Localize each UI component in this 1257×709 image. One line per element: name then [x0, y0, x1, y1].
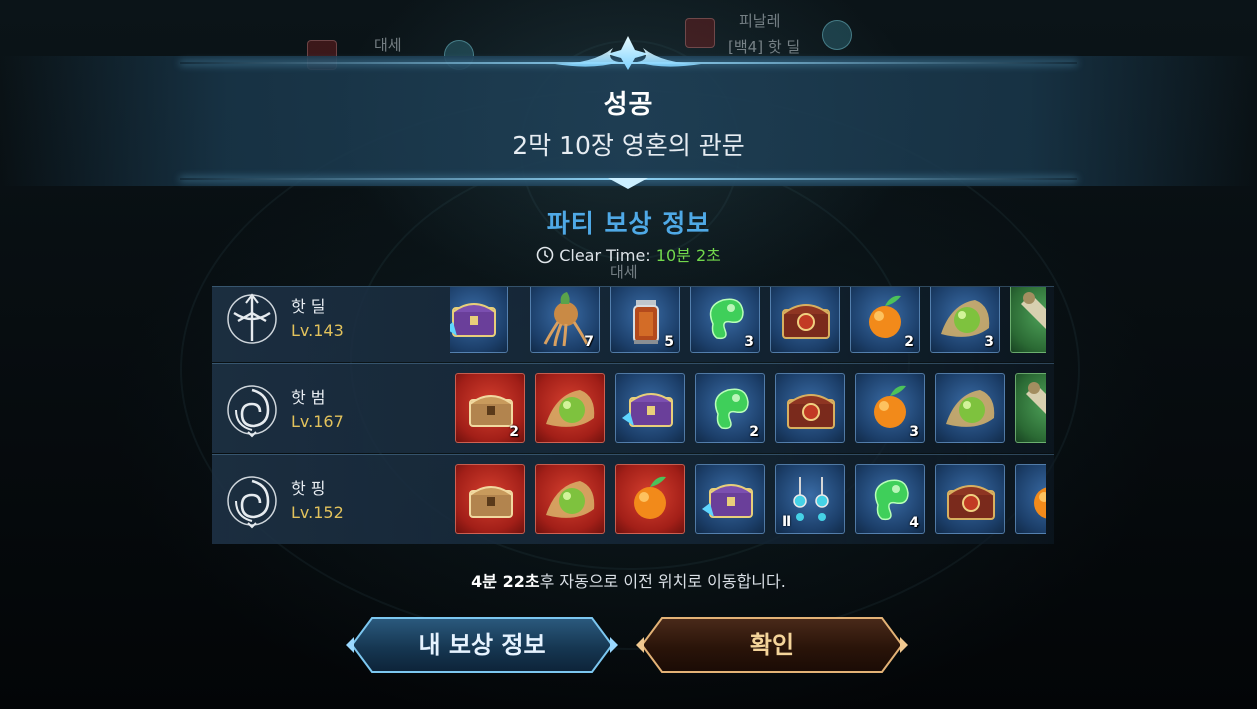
- reward-item[interactable]: [450, 287, 508, 353]
- reward-item[interactable]: 7: [530, 287, 600, 353]
- reward-item[interactable]: 2: [695, 373, 765, 443]
- reward-item[interactable]: 2: [850, 287, 920, 353]
- party-reward-table: 핫 딜 Lv.143 7 5 3 2 3 핫 범 Lv.167 2 2 3 핫 핑 Lv.1…: [212, 286, 1054, 544]
- member-name: 핫 딜: [291, 297, 326, 316]
- auto-move-countdown: 4분 22초: [471, 572, 540, 591]
- background-player-name-right: 피날레: [739, 12, 781, 30]
- crest-bottom-ornament-icon: [608, 178, 648, 189]
- reward-item-list: 7 5 3 2 3: [450, 287, 1046, 355]
- item-count: 3: [909, 424, 919, 440]
- reward-item[interactable]: [935, 373, 1005, 443]
- member-name: 핫 핑: [291, 479, 326, 498]
- reward-item[interactable]: [455, 464, 525, 534]
- map-pin-icon: [822, 20, 852, 50]
- clear-time-label: Clear Time:: [559, 246, 651, 265]
- reward-item[interactable]: 3: [855, 373, 925, 443]
- party-member-row: 핫 범 Lv.167 2 2 3: [212, 363, 1054, 453]
- crest-ornament-icon: [555, 36, 701, 70]
- reward-item[interactable]: [615, 373, 685, 443]
- reward-item[interactable]: [615, 464, 685, 534]
- auto-move-notice: 4분 22초후 자동으로 이전 위치로 이동합니다.: [0, 568, 1257, 592]
- result-banner: [0, 56, 1257, 186]
- item-count: 3: [984, 334, 994, 350]
- item-grade: Ⅱ: [782, 514, 792, 530]
- crossbow-class-icon: [224, 291, 280, 347]
- background-player-name-left: 대세: [374, 36, 402, 54]
- reward-item[interactable]: [1015, 464, 1046, 534]
- reward-item[interactable]: [935, 464, 1005, 534]
- stage-name: 2막 10장 영혼의 관문: [512, 131, 745, 160]
- result-title: 성공: [603, 90, 654, 120]
- member-level: Lv.167: [291, 412, 344, 431]
- reward-item[interactable]: [775, 373, 845, 443]
- item-count: 7: [584, 334, 594, 350]
- reward-item-list: 2 2 3: [450, 373, 1046, 445]
- reward-item[interactable]: 4: [855, 464, 925, 534]
- reward-item[interactable]: [535, 464, 605, 534]
- item-count: 2: [749, 424, 759, 440]
- reward-item-list: Ⅱ4: [450, 464, 1046, 536]
- my-reward-info-label: 내 보상 정보: [418, 631, 546, 659]
- auto-move-text: 후 자동으로 이전 위치로 이동합니다.: [539, 572, 786, 591]
- reward-item[interactable]: 3: [930, 287, 1000, 353]
- background-player-guild-right: [백4] 핫 딜: [728, 38, 801, 56]
- item-count: 3: [744, 334, 754, 350]
- clear-time: Clear Time: 10분 2초: [0, 242, 1257, 266]
- clock-icon: [536, 246, 554, 264]
- member-level: Lv.143: [291, 321, 344, 340]
- reward-item[interactable]: [535, 373, 605, 443]
- confirm-label: 확인: [749, 631, 795, 659]
- party-reward-heading: 파티 보상 정보: [546, 209, 711, 238]
- confirm-button[interactable]: 확인: [634, 612, 910, 678]
- reward-item[interactable]: [770, 287, 840, 353]
- my-reward-info-button[interactable]: 내 보상 정보: [344, 612, 620, 678]
- reward-item[interactable]: [1015, 373, 1046, 443]
- party-member-row: 핫 딜 Lv.143 7 5 3 2 3: [212, 286, 1054, 362]
- reward-item[interactable]: Ⅱ: [775, 464, 845, 534]
- reward-item[interactable]: 5: [610, 287, 680, 353]
- reward-item[interactable]: [695, 464, 765, 534]
- item-count: 4: [909, 515, 919, 531]
- reward-item[interactable]: 3: [690, 287, 760, 353]
- spiral-class-icon: [224, 382, 280, 438]
- spiral-class-icon: [224, 473, 280, 529]
- reward-item[interactable]: 2: [455, 373, 525, 443]
- item-count: 5: [664, 334, 674, 350]
- member-level: Lv.152: [291, 503, 344, 522]
- party-member-row: 핫 핑 Lv.152 Ⅱ4: [212, 454, 1054, 544]
- item-count: 2: [509, 424, 519, 440]
- member-name: 핫 범: [291, 388, 326, 407]
- item-count: 2: [904, 334, 914, 350]
- clear-time-value: 10분 2초: [655, 246, 721, 265]
- reward-item[interactable]: [1010, 287, 1046, 353]
